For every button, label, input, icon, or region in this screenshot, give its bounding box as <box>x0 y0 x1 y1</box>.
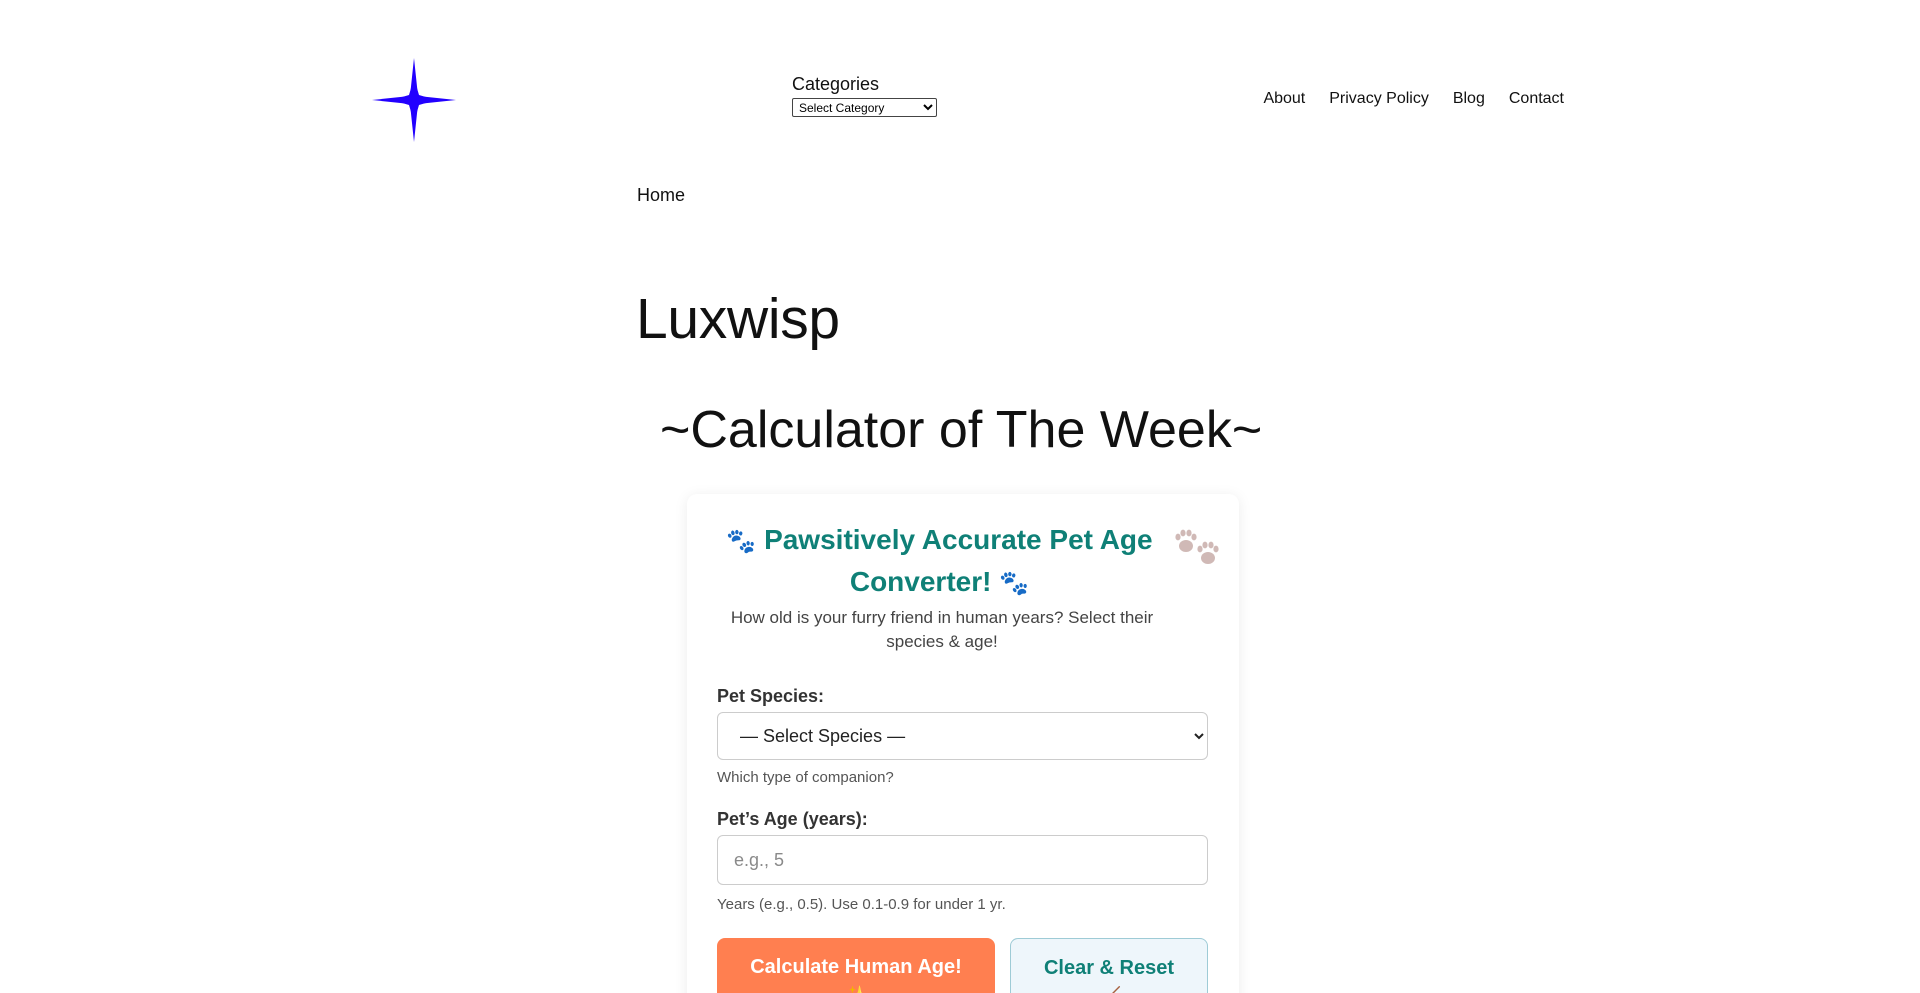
sparkles-icon: ✨ <box>844 986 869 993</box>
broom-icon: 🧹 <box>1097 987 1122 993</box>
nav-blog[interactable]: Blog <box>1453 90 1485 108</box>
site-logo[interactable] <box>372 58 456 142</box>
paw-prints-icon <box>1175 529 1219 564</box>
paw-icon: 🐾 <box>726 528 757 555</box>
calculate-button[interactable]: Calculate Human Age! ✨ <box>717 938 995 993</box>
site-title: Luxwisp <box>636 287 840 351</box>
species-select[interactable]: — Select Species — <box>717 712 1208 760</box>
paw-icon: 🐾 <box>999 570 1030 597</box>
calculator-subtitle: How old is your furry friend in human ye… <box>730 608 1154 651</box>
categories-widget: Categories Select Category <box>792 74 937 117</box>
nav-contact[interactable]: Contact <box>1509 90 1564 108</box>
top-navigation: About Privacy Policy Blog Contact <box>1263 90 1564 108</box>
section-heading: ~Calculator of The Week~ <box>660 401 1263 459</box>
species-label: Pet Species: <box>717 686 825 706</box>
breadcrumb-home[interactable]: Home <box>637 185 685 206</box>
calculator-title-text: Pawsitively Accurate Pet Age Converter! <box>764 524 1153 597</box>
categories-label: Categories <box>792 74 880 94</box>
species-hint: Which type of companion? <box>717 769 894 786</box>
nav-privacy-policy[interactable]: Privacy Policy <box>1329 90 1429 108</box>
four-point-star-icon <box>372 58 456 142</box>
clear-reset-button[interactable]: Clear & Reset 🧹 <box>1010 938 1208 993</box>
categories-select[interactable]: Select Category <box>792 98 937 117</box>
calculator-title: 🐾 Pawsitively Accurate Pet Age Converter… <box>707 520 1172 604</box>
nav-about[interactable]: About <box>1263 90 1305 108</box>
age-label: Pet’s Age (years): <box>717 809 868 829</box>
clear-reset-button-label: Clear & Reset <box>1043 957 1175 979</box>
age-hint: Years (e.g., 0.5). Use 0.1-0.9 for under… <box>717 896 1006 913</box>
age-input[interactable] <box>717 835 1208 885</box>
calculate-button-label: Calculate Human Age! <box>750 956 962 978</box>
